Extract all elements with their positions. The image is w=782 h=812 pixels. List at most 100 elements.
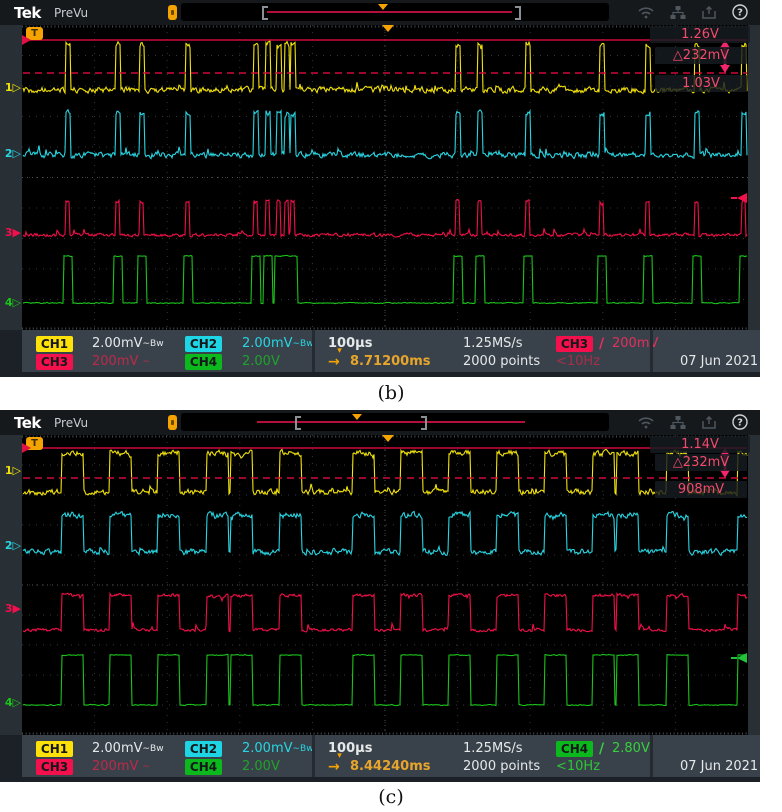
channel-marker-1[interactable]: 1▷ — [0, 82, 21, 93]
trigger-level-flag: T — [26, 27, 43, 40]
sample-rate-readout: 1.25MS/s — [463, 336, 523, 351]
waveform-canvas — [0, 25, 760, 330]
ch4-scale: 2.00V — [242, 354, 280, 369]
ch2-scale: 2.00mV — [242, 336, 293, 351]
waveform-display[interactable]: T 1.26V △232mV 1.03V 1▷ 2▷ 3▶ 4▷ — [0, 25, 760, 330]
trigger-source-badge[interactable]: CH4 — [556, 741, 593, 757]
zoom-bracket-right — [515, 6, 521, 20]
date-readout: 07 Jun 2021 — [680, 354, 758, 369]
cursor-readout-delta: △232mV — [655, 47, 747, 64]
channel-marker-2[interactable]: 2▷ — [0, 148, 21, 159]
top-bar: Tek PreVu ? — [0, 410, 760, 435]
oscilloscope-screenshot-c: Tek PreVu ? T 1.14V △232mV 908mV — [0, 410, 760, 782]
figure-page: Tek PreVu ? T 1.26V △232mV 1.03V — [0, 0, 782, 812]
channel-marker-4[interactable]: 4▷ — [0, 297, 21, 308]
record-length-readout: 2000 points — [463, 354, 540, 369]
figure-label-c: (c) — [0, 786, 782, 808]
trigger-source-badge[interactable]: CH3 — [556, 336, 593, 352]
date-readout: 07 Jun 2021 — [680, 759, 758, 774]
svg-text:?: ? — [737, 418, 743, 429]
trigger-slope-icon: / — [599, 336, 604, 352]
bezel-strip — [0, 777, 760, 782]
save-export-icon[interactable] — [702, 416, 716, 429]
trigger-status-icon — [168, 5, 177, 20]
ch4-badge[interactable]: CH4 — [185, 759, 222, 775]
trigger-position-marker — [382, 435, 394, 442]
channel-marker-2[interactable]: 2▷ — [0, 540, 21, 551]
cursor-readout-high: 1.26V — [650, 26, 750, 43]
cursor-readout-delta: △232mV — [655, 454, 747, 471]
trigger-position-marker — [382, 25, 394, 32]
ch3-scale: 200mV — [92, 759, 138, 774]
channel-marker-3[interactable]: 3▶ — [0, 603, 21, 614]
timebase-readout: 100µs — [328, 336, 372, 351]
zoom-bracket-right — [421, 416, 427, 430]
ch1-coupling-icon: ∼Bw — [143, 744, 164, 754]
trigger-frequency-readout: <10Hz — [556, 759, 600, 774]
trigger-status-icon — [168, 415, 177, 430]
ch4-scale: 2.00V — [242, 759, 280, 774]
tek-logo: Tek — [14, 4, 41, 22]
record-view-line — [267, 11, 512, 13]
ch1-badge[interactable]: CH1 — [36, 741, 73, 757]
trigger-position-pointer — [378, 4, 388, 10]
divider — [650, 330, 653, 372]
channel-marker-3[interactable]: 3▶ — [0, 227, 21, 238]
help-icon[interactable]: ? — [732, 414, 748, 430]
help-icon[interactable]: ? — [732, 4, 748, 20]
bezel-strip — [0, 372, 760, 377]
network-icon[interactable] — [670, 6, 686, 19]
top-bar: Tek PreVu ? — [0, 0, 760, 25]
trigger-time-arrow-icon: → — [328, 354, 340, 370]
waveform-canvas — [0, 435, 760, 735]
wifi-icon[interactable] — [638, 416, 654, 429]
ch2-badge[interactable]: CH2 — [185, 336, 222, 352]
zoom-bracket-left — [295, 416, 301, 430]
cursor-readout-low: 908mV — [655, 481, 747, 498]
ch3-scale: 200mV — [92, 354, 138, 369]
ch3-badge[interactable]: CH3 — [36, 354, 73, 370]
ch3-coupling-icon: ∼ — [143, 357, 151, 367]
trigger-time-readout: 8.44240ms — [350, 759, 431, 774]
waveform-display[interactable]: T 1.14V △232mV 908mV 1▷2▷3▶4▷ — [0, 435, 760, 735]
ch1-scale: 2.00mV — [92, 336, 143, 351]
trigger-position-bar[interactable] — [181, 413, 609, 431]
wifi-icon[interactable] — [638, 6, 654, 19]
trigger-time-arrow-icon: → — [328, 759, 340, 775]
channel-marker-1[interactable]: 1▷ — [0, 465, 21, 476]
status-bar: CH1 2.00mV∼Bw CH2 2.00mV∼Bw CH3 200mV ∼ … — [22, 735, 760, 777]
save-export-icon[interactable] — [702, 6, 716, 19]
ch2-scale: 2.00mV — [242, 741, 293, 756]
sample-rate-readout: 1.25MS/s — [463, 741, 523, 756]
trigger-time-readout: 8.71200ms — [350, 354, 431, 369]
divider — [650, 735, 653, 777]
timebase-readout: 100µs — [328, 741, 372, 756]
ch1-coupling-icon: ∼Bw — [143, 339, 164, 349]
ch1-badge[interactable]: CH1 — [36, 336, 73, 352]
acquisition-mode-label: PreVu — [54, 416, 88, 430]
trigger-slope-icon: / — [599, 741, 604, 757]
ch3-coupling-icon: ∼ — [143, 762, 151, 772]
divider — [312, 330, 315, 372]
svg-text:?: ? — [737, 8, 743, 19]
divider — [312, 735, 315, 777]
figure-label-b: (b) — [0, 382, 782, 404]
ch2-badge[interactable]: CH2 — [185, 741, 222, 757]
network-icon[interactable] — [670, 416, 686, 429]
ch3-badge[interactable]: CH3 — [36, 759, 73, 775]
channel-marker-4[interactable]: 4▷ — [0, 697, 21, 708]
trigger-level-readout: 2.80V — [612, 741, 650, 756]
ch1-scale: 2.00mV — [92, 741, 143, 756]
trigger-position-pointer — [352, 414, 362, 420]
ch2-coupling-icon: ∼Bw — [293, 339, 314, 349]
oscilloscope-screenshot-b: Tek PreVu ? T 1.26V △232mV 1.03V — [0, 0, 760, 377]
cursor-readout-low: 1.03V — [655, 75, 747, 92]
tek-logo: Tek — [14, 414, 41, 432]
cursor-readout-high: 1.14V — [650, 436, 750, 453]
ch4-badge[interactable]: CH4 — [185, 354, 222, 370]
zoom-bracket-left — [262, 6, 268, 20]
record-length-readout: 2000 points — [463, 759, 540, 774]
acquisition-mode-label: PreVu — [54, 6, 88, 20]
trigger-position-bar[interactable] — [181, 3, 609, 21]
status-bar: CH1 2.00mV∼Bw CH2 2.00mV∼Bw CH3 200mV ∼ … — [22, 330, 760, 372]
